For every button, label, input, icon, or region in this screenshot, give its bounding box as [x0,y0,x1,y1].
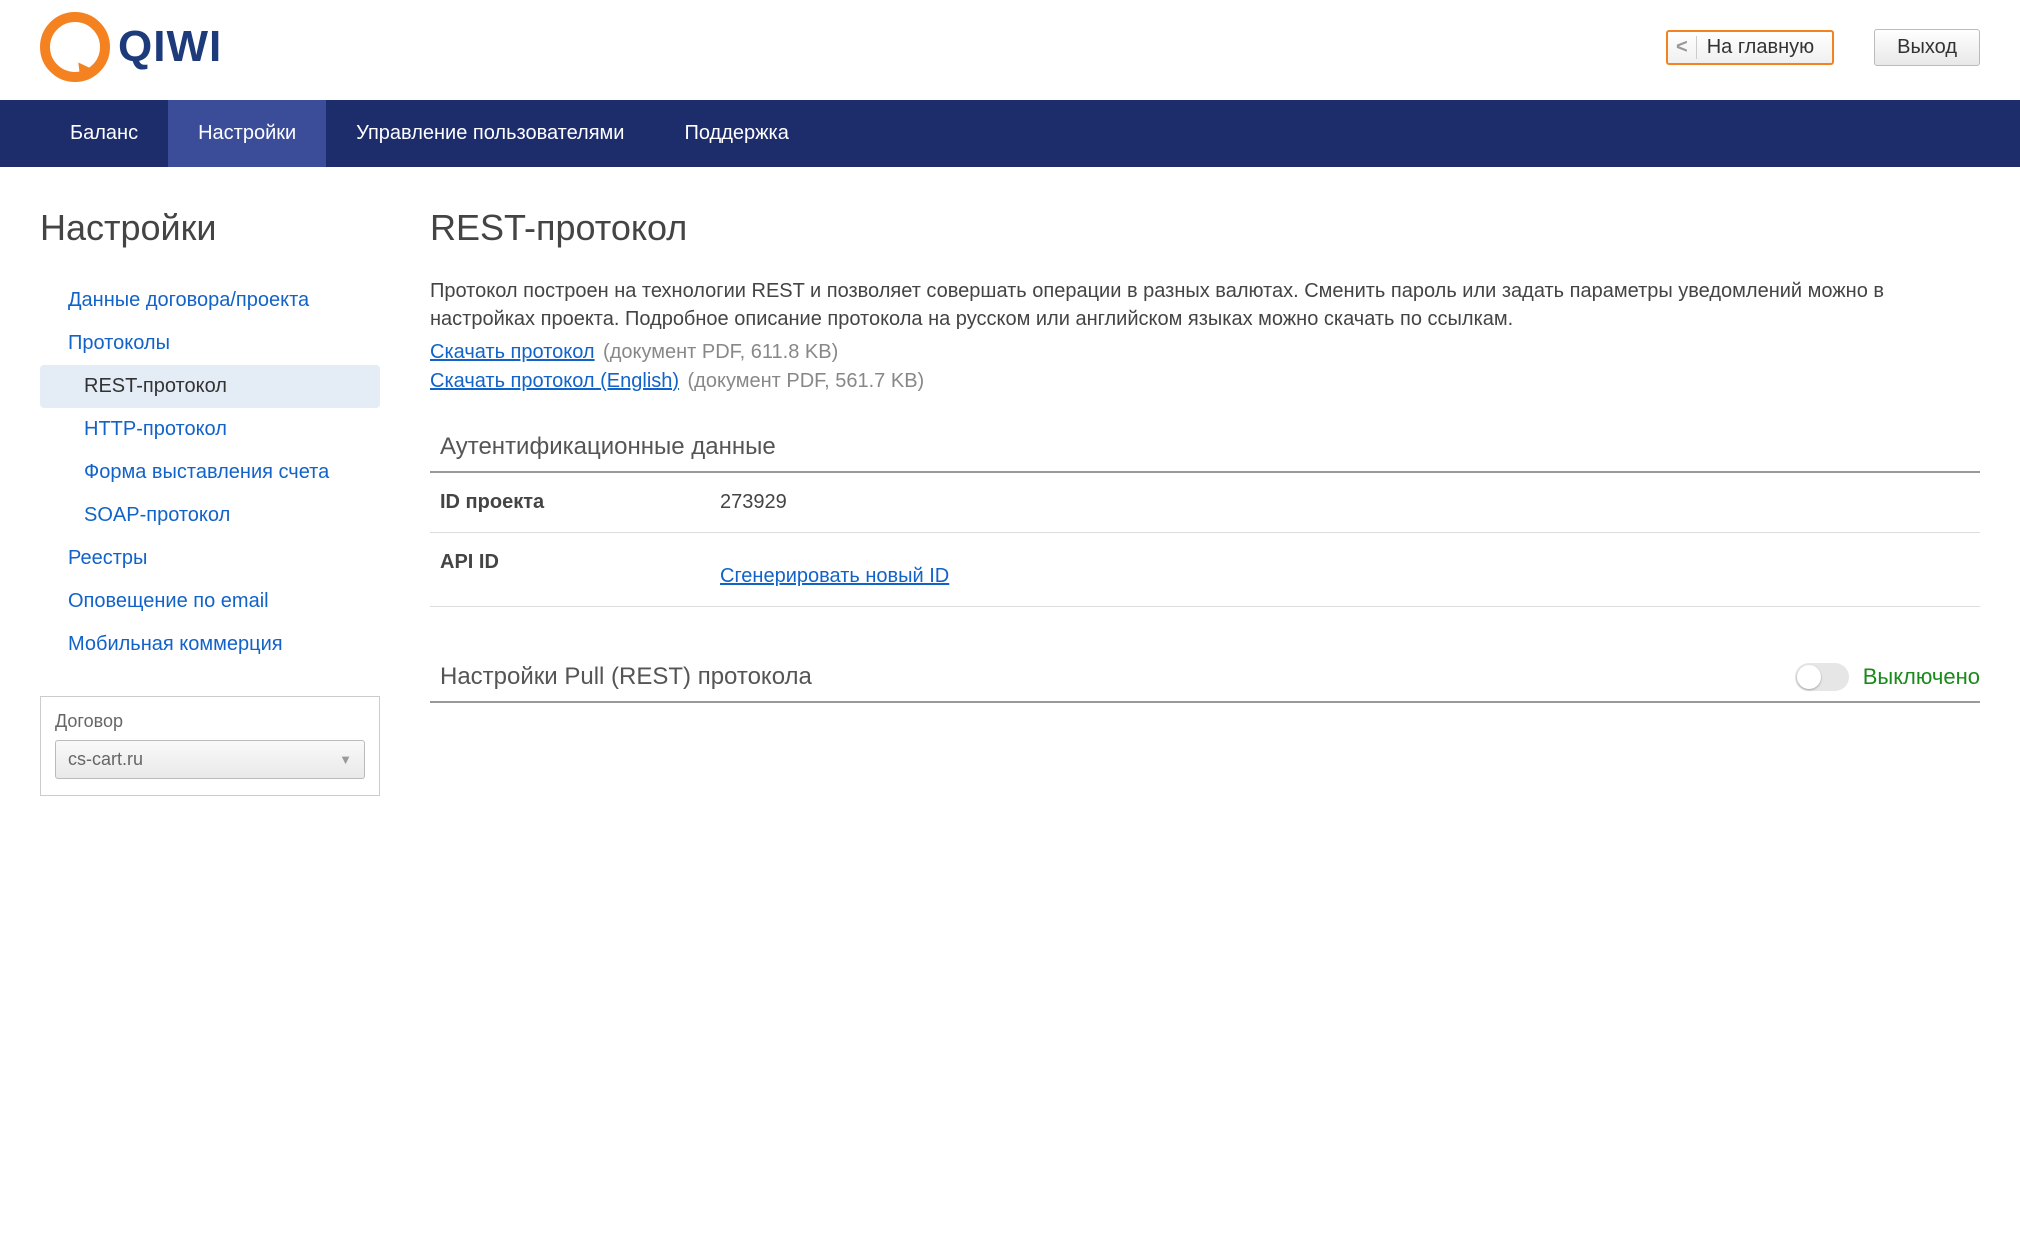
sidebar: Настройки Данные договора/проекта Проток… [40,207,380,796]
sidebar-item-http[interactable]: HTTP-протокол [40,408,380,451]
sidebar-item-protocols[interactable]: Протоколы [40,322,380,365]
auth-key-api-id: API ID [440,551,720,588]
sidebar-item-contract-data[interactable]: Данные договора/проекта [40,279,380,322]
contract-select[interactable]: cs-cart.ru ▼ [55,740,365,779]
auth-key-project-id: ID проекта [440,491,720,514]
page-title: REST-протокол [430,207,1980,249]
nav-item-balance[interactable]: Баланс [40,100,168,167]
main: REST-протокол Протокол построен на техно… [430,207,1980,796]
home-button[interactable]: < На главную [1666,30,1834,65]
home-button-label: На главную [1707,36,1814,59]
page-description: Протокол построен на технологии REST и п… [430,277,1980,333]
sidebar-item-registries[interactable]: Реестры [40,537,380,580]
download-link-en[interactable]: Скачать протокол (English) [430,370,679,392]
chevron-down-icon: ▼ [339,752,352,767]
auth-value-api-id: Сгенерировать новый ID [720,551,949,588]
sidebar-item-mobile-commerce[interactable]: Мобильная коммерция [40,623,380,666]
download-meta-ru: (документ PDF, 611.8 KB) [603,341,838,363]
pull-section-title: Настройки Pull (REST) протокола [440,663,812,691]
sidebar-item-soap[interactable]: SOAP-протокол [40,494,380,537]
contract-box: Договор cs-cart.ru ▼ [40,696,380,796]
nav-item-users[interactable]: Управление пользователями [326,100,654,167]
download-row: Скачать протокол (документ PDF, 611.8 KB… [430,341,1980,364]
sidebar-item-invoice-form[interactable]: Форма выставления счета [40,451,380,494]
nav-item-support[interactable]: Поддержка [654,100,818,167]
layout: Настройки Данные договора/проекта Проток… [0,167,2020,796]
download-row: Скачать протокол (English) (документ PDF… [430,370,1980,393]
sidebar-title: Настройки [40,207,380,249]
nav-item-settings[interactable]: Настройки [168,100,326,167]
sidebar-item-email-notify[interactable]: Оповещение по email [40,580,380,623]
download-link-ru[interactable]: Скачать протокол [430,341,595,363]
pull-section-header: Настройки Pull (REST) протокола Выключен… [430,657,1980,703]
brand-text: QIWI [118,22,222,72]
pull-toggle-label: Выключено [1863,664,1980,690]
top-actions: < На главную Выход [1666,29,1980,66]
auth-row-api-id: API ID Сгенерировать новый ID [430,533,1980,607]
qiwi-logo-icon [40,12,110,82]
exit-button-label: Выход [1897,36,1957,58]
topbar: QIWI < На главную Выход [0,0,2020,100]
chevron-left-icon: < [1676,36,1697,59]
sidebar-item-rest[interactable]: REST-протокол [40,365,380,408]
navbar: Баланс Настройки Управление пользователя… [0,100,2020,167]
exit-button[interactable]: Выход [1874,29,1980,66]
contract-value: cs-cart.ru [68,749,143,770]
auth-value-project-id: 273929 [720,491,787,514]
auth-row-project-id: ID проекта 273929 [430,473,1980,533]
pull-toggle-wrap: Выключено [1795,663,1980,691]
download-meta-en: (документ PDF, 561.7 KB) [688,370,925,392]
logo: QIWI [40,12,222,82]
pull-toggle[interactable] [1795,663,1849,691]
auth-section-title: Аутентификационные данные [430,427,1980,473]
generate-id-link[interactable]: Сгенерировать новый ID [720,565,949,588]
contract-label: Договор [55,711,365,732]
